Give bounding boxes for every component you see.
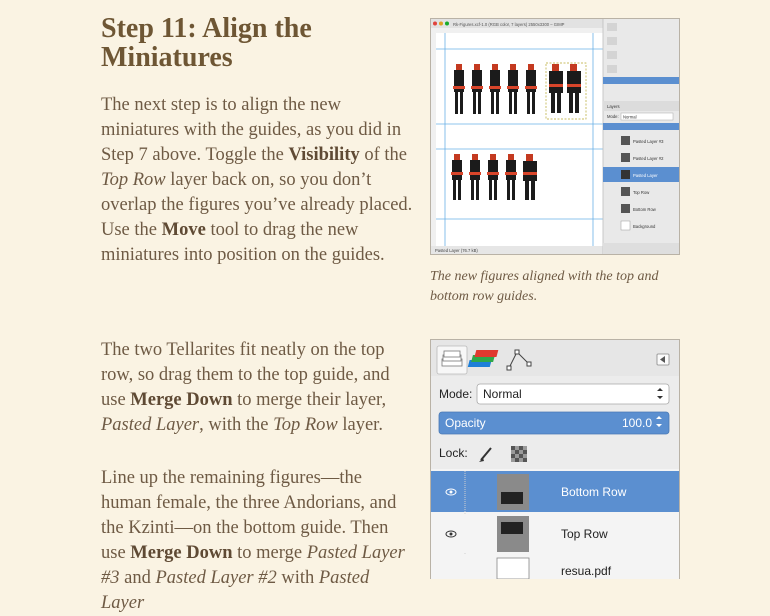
text: , with the bbox=[199, 415, 274, 435]
gimp-screenshot-image: Rk-Figures.xcf-1.0 (RGB color, 7 layers)… bbox=[431, 19, 679, 254]
mode-value: Normal bbox=[483, 387, 522, 401]
lock-label: Lock: bbox=[439, 446, 468, 460]
visibility-term: Visibility bbox=[288, 145, 360, 165]
figure-gimp-layers-dialog: Mode: Normal Opacity 100.0 Lock: Bottom … bbox=[430, 339, 680, 579]
merge-down-term: Merge Down bbox=[130, 543, 233, 563]
pasted-layer-term: Pasted Layer bbox=[101, 415, 200, 435]
figure-caption: The new figures aligned with the top and… bbox=[430, 269, 659, 304]
gimp-mode-label: Mode: bbox=[607, 114, 619, 119]
layer-row-selected[interactable] bbox=[431, 471, 679, 512]
gimp-mode-value: Normal bbox=[623, 115, 637, 120]
gimp-layer-item: Pasted Layer #3 bbox=[633, 139, 664, 144]
layer-row[interactable] bbox=[431, 514, 679, 553]
text: to merge bbox=[232, 543, 307, 563]
paragraph-tellarites: The two Tellarites fit neatly on the top… bbox=[101, 338, 413, 438]
mode-label: Mode: bbox=[439, 387, 472, 401]
text: to merge their layer, bbox=[232, 390, 387, 410]
layer-thumbnail bbox=[496, 557, 530, 579]
move-term: Move bbox=[161, 220, 206, 240]
opacity-label: Opacity bbox=[445, 416, 486, 430]
top-row-term: Top Row bbox=[273, 415, 338, 435]
gimp-window-title: Rk-Figures.xcf-1.0 (RGB color, 7 layers)… bbox=[453, 22, 565, 27]
text: layer. bbox=[337, 415, 383, 435]
gimp-status-text: Pasted Layer (76.7 kB) bbox=[435, 248, 478, 253]
gimp-layer-item: Background bbox=[633, 224, 656, 229]
figure-gimp-aligned: Rk-Figures.xcf-1.0 (RGB color, 7 layers)… bbox=[430, 18, 680, 255]
layer-name: resua.pdf bbox=[561, 564, 612, 578]
text: of the bbox=[359, 145, 407, 165]
opacity-value: 100.0 bbox=[622, 416, 652, 430]
lock-alpha-icon bbox=[511, 446, 527, 462]
paragraph-align: The next step is to align the new miniat… bbox=[101, 93, 413, 268]
dialog-menu-icon bbox=[656, 353, 670, 366]
gimp-layer-item-selected: Pasted Layer bbox=[633, 173, 658, 178]
text: with bbox=[276, 568, 319, 588]
layer-name: Top Row bbox=[561, 527, 608, 541]
merge-down-term: Merge Down bbox=[130, 390, 233, 410]
pasted-layer-2-term: Pasted Layer #2 bbox=[155, 568, 277, 588]
paragraph-remaining: Line up the remaining figures—the human … bbox=[101, 466, 413, 616]
gimp-layer-item: Top Row bbox=[633, 190, 650, 195]
layer-name: Bottom Row bbox=[561, 485, 627, 499]
page-heading: Step 11: Align the Miniatures bbox=[101, 13, 312, 73]
gimp-layers-tab: Layers bbox=[607, 104, 620, 109]
layers-dialog-image: Mode: Normal Opacity 100.0 Lock: Bottom … bbox=[431, 340, 679, 579]
gimp-layer-item: Bottom Row bbox=[633, 207, 657, 212]
text: and bbox=[119, 568, 156, 588]
top-row-term: Top Row bbox=[101, 170, 166, 190]
gimp-layer-item: Pasted Layer #2 bbox=[633, 156, 664, 161]
layers-tab-icon bbox=[441, 350, 463, 367]
layer-row[interactable] bbox=[431, 555, 679, 579]
